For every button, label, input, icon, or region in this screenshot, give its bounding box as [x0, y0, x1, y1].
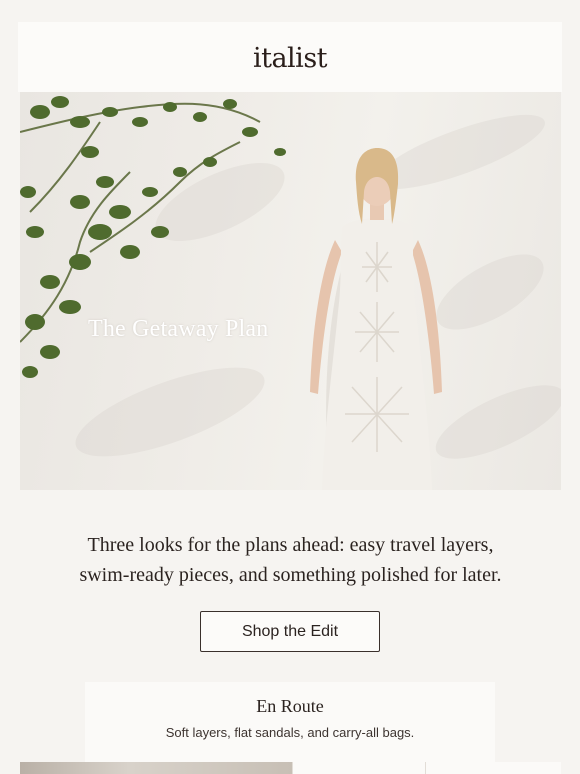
email-header: italist	[18, 22, 562, 92]
intro-line-2: swim-ready pieces, and something polishe…	[79, 564, 502, 586]
hero-image	[20, 96, 561, 490]
email-page: italist The Getaway Plan Three looks for…	[0, 0, 580, 774]
product-image[interactable]	[20, 762, 292, 774]
hero-banner[interactable]: The Getaway Plan	[20, 92, 561, 490]
section-title: En Route	[256, 696, 324, 716]
product-image[interactable]	[426, 762, 561, 774]
en-route-section: En Route Soft layers, flat sandals, and …	[85, 682, 495, 762]
hero-title: The Getaway Plan	[88, 316, 269, 342]
section-subtitle: Soft layers, flat sandals, and carry-all…	[165, 725, 415, 740]
shop-the-edit-button[interactable]: Shop the Edit	[200, 611, 380, 652]
intro-text: Three looks for the plans ahead: easy tr…	[20, 530, 561, 590]
intro-line-1: Three looks for the plans ahead: easy tr…	[87, 534, 494, 556]
product-thumbnails	[20, 762, 561, 774]
product-image[interactable]	[292, 762, 426, 774]
brand-logo[interactable]: italist	[253, 43, 328, 74]
